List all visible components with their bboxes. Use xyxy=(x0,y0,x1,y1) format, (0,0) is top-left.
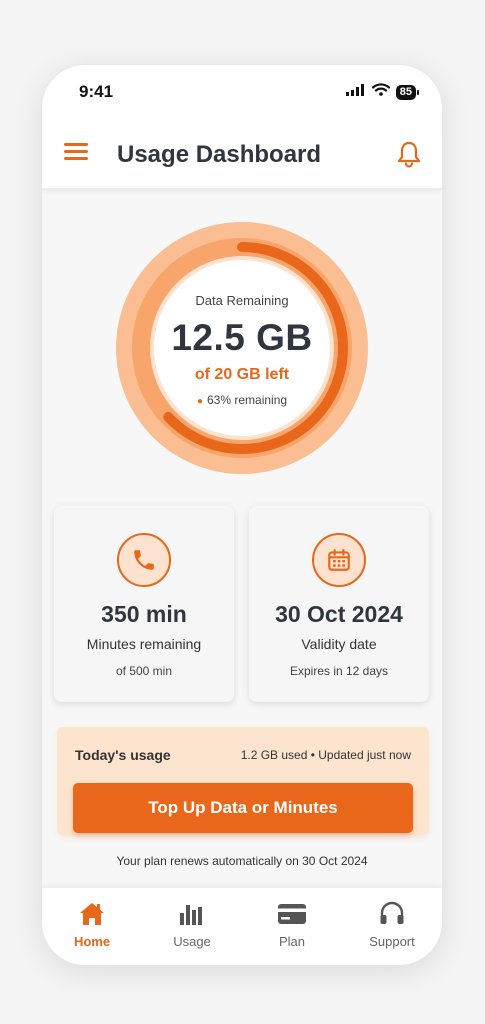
validity-card[interactable]: 30 Oct 2024 Validity date Expires in 12 … xyxy=(249,506,429,702)
data-remaining-value: 12.5 GB xyxy=(171,317,313,358)
percent-remaining: ● 63% remaining xyxy=(114,393,370,407)
page-title: Usage Dashboard xyxy=(117,141,322,168)
nav-label-plan: Plan xyxy=(278,934,306,949)
todays-usage-info: 1.2 GB used • Updated just now xyxy=(240,748,411,762)
status-bar: 9:41 85 xyxy=(42,65,442,117)
signal-icon xyxy=(345,83,366,101)
headset-icon xyxy=(352,900,432,928)
plan-renew-note: Your plan renews automatically on 30 Oct… xyxy=(116,854,368,868)
data-total-text: of 20 GB left xyxy=(194,366,290,383)
nav-item-usage[interactable]: Usage xyxy=(152,900,232,949)
validity-note: Expires in 12 days xyxy=(289,664,389,678)
data-remaining-ring: Data Remaining 12.5 GB of 20 GB left ● 63… xyxy=(114,220,370,476)
validity-label: Validity date xyxy=(301,636,377,652)
nav-label-support: Support xyxy=(369,934,415,949)
ring-label: Data Remaining xyxy=(195,293,289,308)
card-icon xyxy=(252,900,332,928)
battery-icon: 85 xyxy=(395,84,420,100)
nav-item-home[interactable]: Home xyxy=(52,900,132,949)
status-time: 9:41 xyxy=(79,82,114,101)
nav-item-support[interactable]: Support xyxy=(352,900,432,949)
top-up-button[interactable]: Top Up Data or Minutes xyxy=(73,783,413,833)
bar-chart-icon xyxy=(152,900,232,928)
home-icon xyxy=(52,900,132,928)
nav-item-plan[interactable]: Plan xyxy=(252,900,332,949)
todays-usage-panel: Today's usage 1.2 GB used • Updated just… xyxy=(57,727,429,835)
percent-text: 63% remaining xyxy=(207,393,288,407)
minutes-value: 350 min xyxy=(101,601,187,627)
hamburger-menu-icon[interactable] xyxy=(64,143,88,161)
phone-frame: 9:41 85 Usage Dashboard Data Remaining 1… xyxy=(41,64,443,966)
minutes-label: Minutes remaining xyxy=(86,636,202,652)
ring-text: Data Remaining 12.5 GB of 20 GB left ● 63… xyxy=(114,220,370,476)
nav-label-usage: Usage xyxy=(173,934,211,949)
wifi-icon xyxy=(371,83,390,101)
calendar-icon xyxy=(312,533,366,587)
phone-icon xyxy=(117,533,171,587)
bottom-nav: Home Usage Plan Support xyxy=(42,887,442,965)
minutes-note: of 500 min xyxy=(115,664,173,678)
status-icons: 85 xyxy=(345,83,420,101)
todays-usage-title: Today's usage xyxy=(75,747,171,763)
dot-icon: ● xyxy=(196,396,203,407)
nav-label-home: Home xyxy=(73,934,111,949)
bell-icon[interactable] xyxy=(396,140,422,168)
app-header: Usage Dashboard xyxy=(42,117,442,189)
minutes-card[interactable]: 350 min Minutes remaining of 500 min xyxy=(54,506,234,702)
validity-value: 30 Oct 2024 xyxy=(275,601,403,627)
